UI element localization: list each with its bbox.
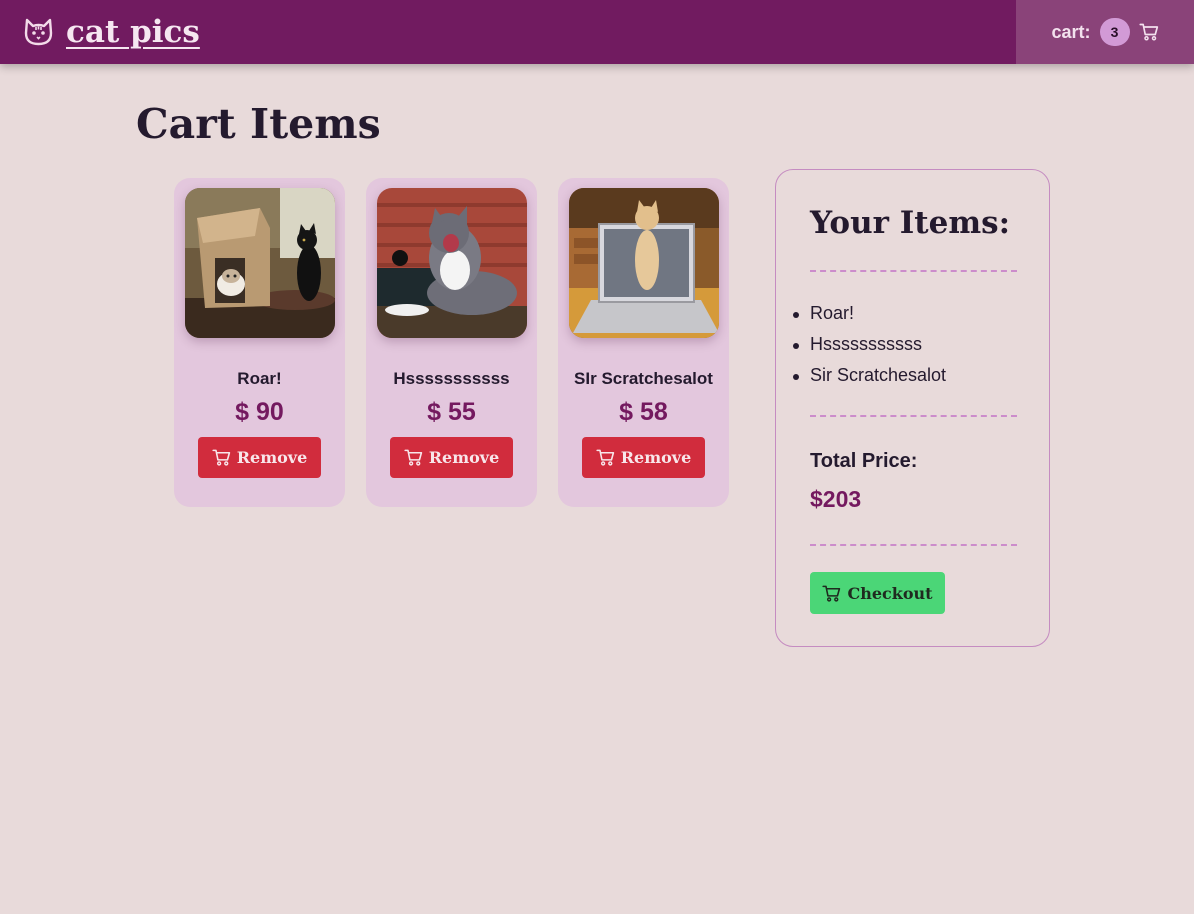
item-price: $ 55 [427,398,476,426]
total-price-label: Total Price: [810,450,918,472]
checkout-button[interactable]: Checkout [810,572,945,614]
remove-button-label: Remove [620,448,692,467]
item-price: $ 90 [235,398,284,426]
shopping-cart-icon [404,449,422,466]
summary-item-list: Roar! Hsssssssssss Sir Scratchesalot [792,298,946,391]
cart-button[interactable]: cart: 3 [1016,0,1194,64]
list-item: Hsssssssssss [792,329,946,360]
total-price-value: $203 [810,486,862,512]
divider [810,270,1017,272]
item-price: $ 58 [619,398,668,426]
shopping-cart-icon [596,449,614,466]
shopping-cart-icon [212,449,230,466]
list-item: Roar! [792,298,946,329]
remove-button[interactable]: Remove [390,437,513,478]
order-summary-panel: Your Items: Roar! Hsssssssssss Sir Scrat… [775,169,1050,647]
remove-button[interactable]: Remove [582,437,705,478]
cart-count-badge: 3 [1099,18,1130,46]
cart-item-card: Roar! $ 90 Remove [174,178,345,507]
remove-button-label: Remove [236,448,308,467]
remove-button[interactable]: Remove [198,437,321,478]
cart-label: cart: [1051,21,1091,42]
brand-home-link[interactable]: cat pics [23,14,200,50]
list-item: Sir Scratchesalot [792,360,946,391]
remove-button-label: Remove [428,448,500,467]
brand-name[interactable]: cat pics [66,14,200,50]
cat-face-icon [23,17,54,47]
item-name: Hsssssssssss [393,369,510,388]
page-title: Cart Items [136,100,381,148]
item-name: Roar! [237,369,282,388]
summary-title: Your Items: [810,205,1011,241]
cart-item-card: SIr Scratchesalot $ 58 Remove [558,178,729,507]
divider [810,415,1017,417]
shopping-cart-icon [1138,22,1159,42]
divider [810,544,1017,546]
item-name: SIr Scratchesalot [574,369,713,388]
shopping-cart-icon [822,585,841,602]
cat-photo [569,188,719,338]
cat-photo [377,188,527,338]
checkout-button-label: Checkout [847,583,933,603]
cat-photo [185,188,335,338]
cart-item-card: Hsssssssssss $ 55 Remove [366,178,537,507]
top-navigation-bar: cat pics cart: 3 [0,0,1194,64]
